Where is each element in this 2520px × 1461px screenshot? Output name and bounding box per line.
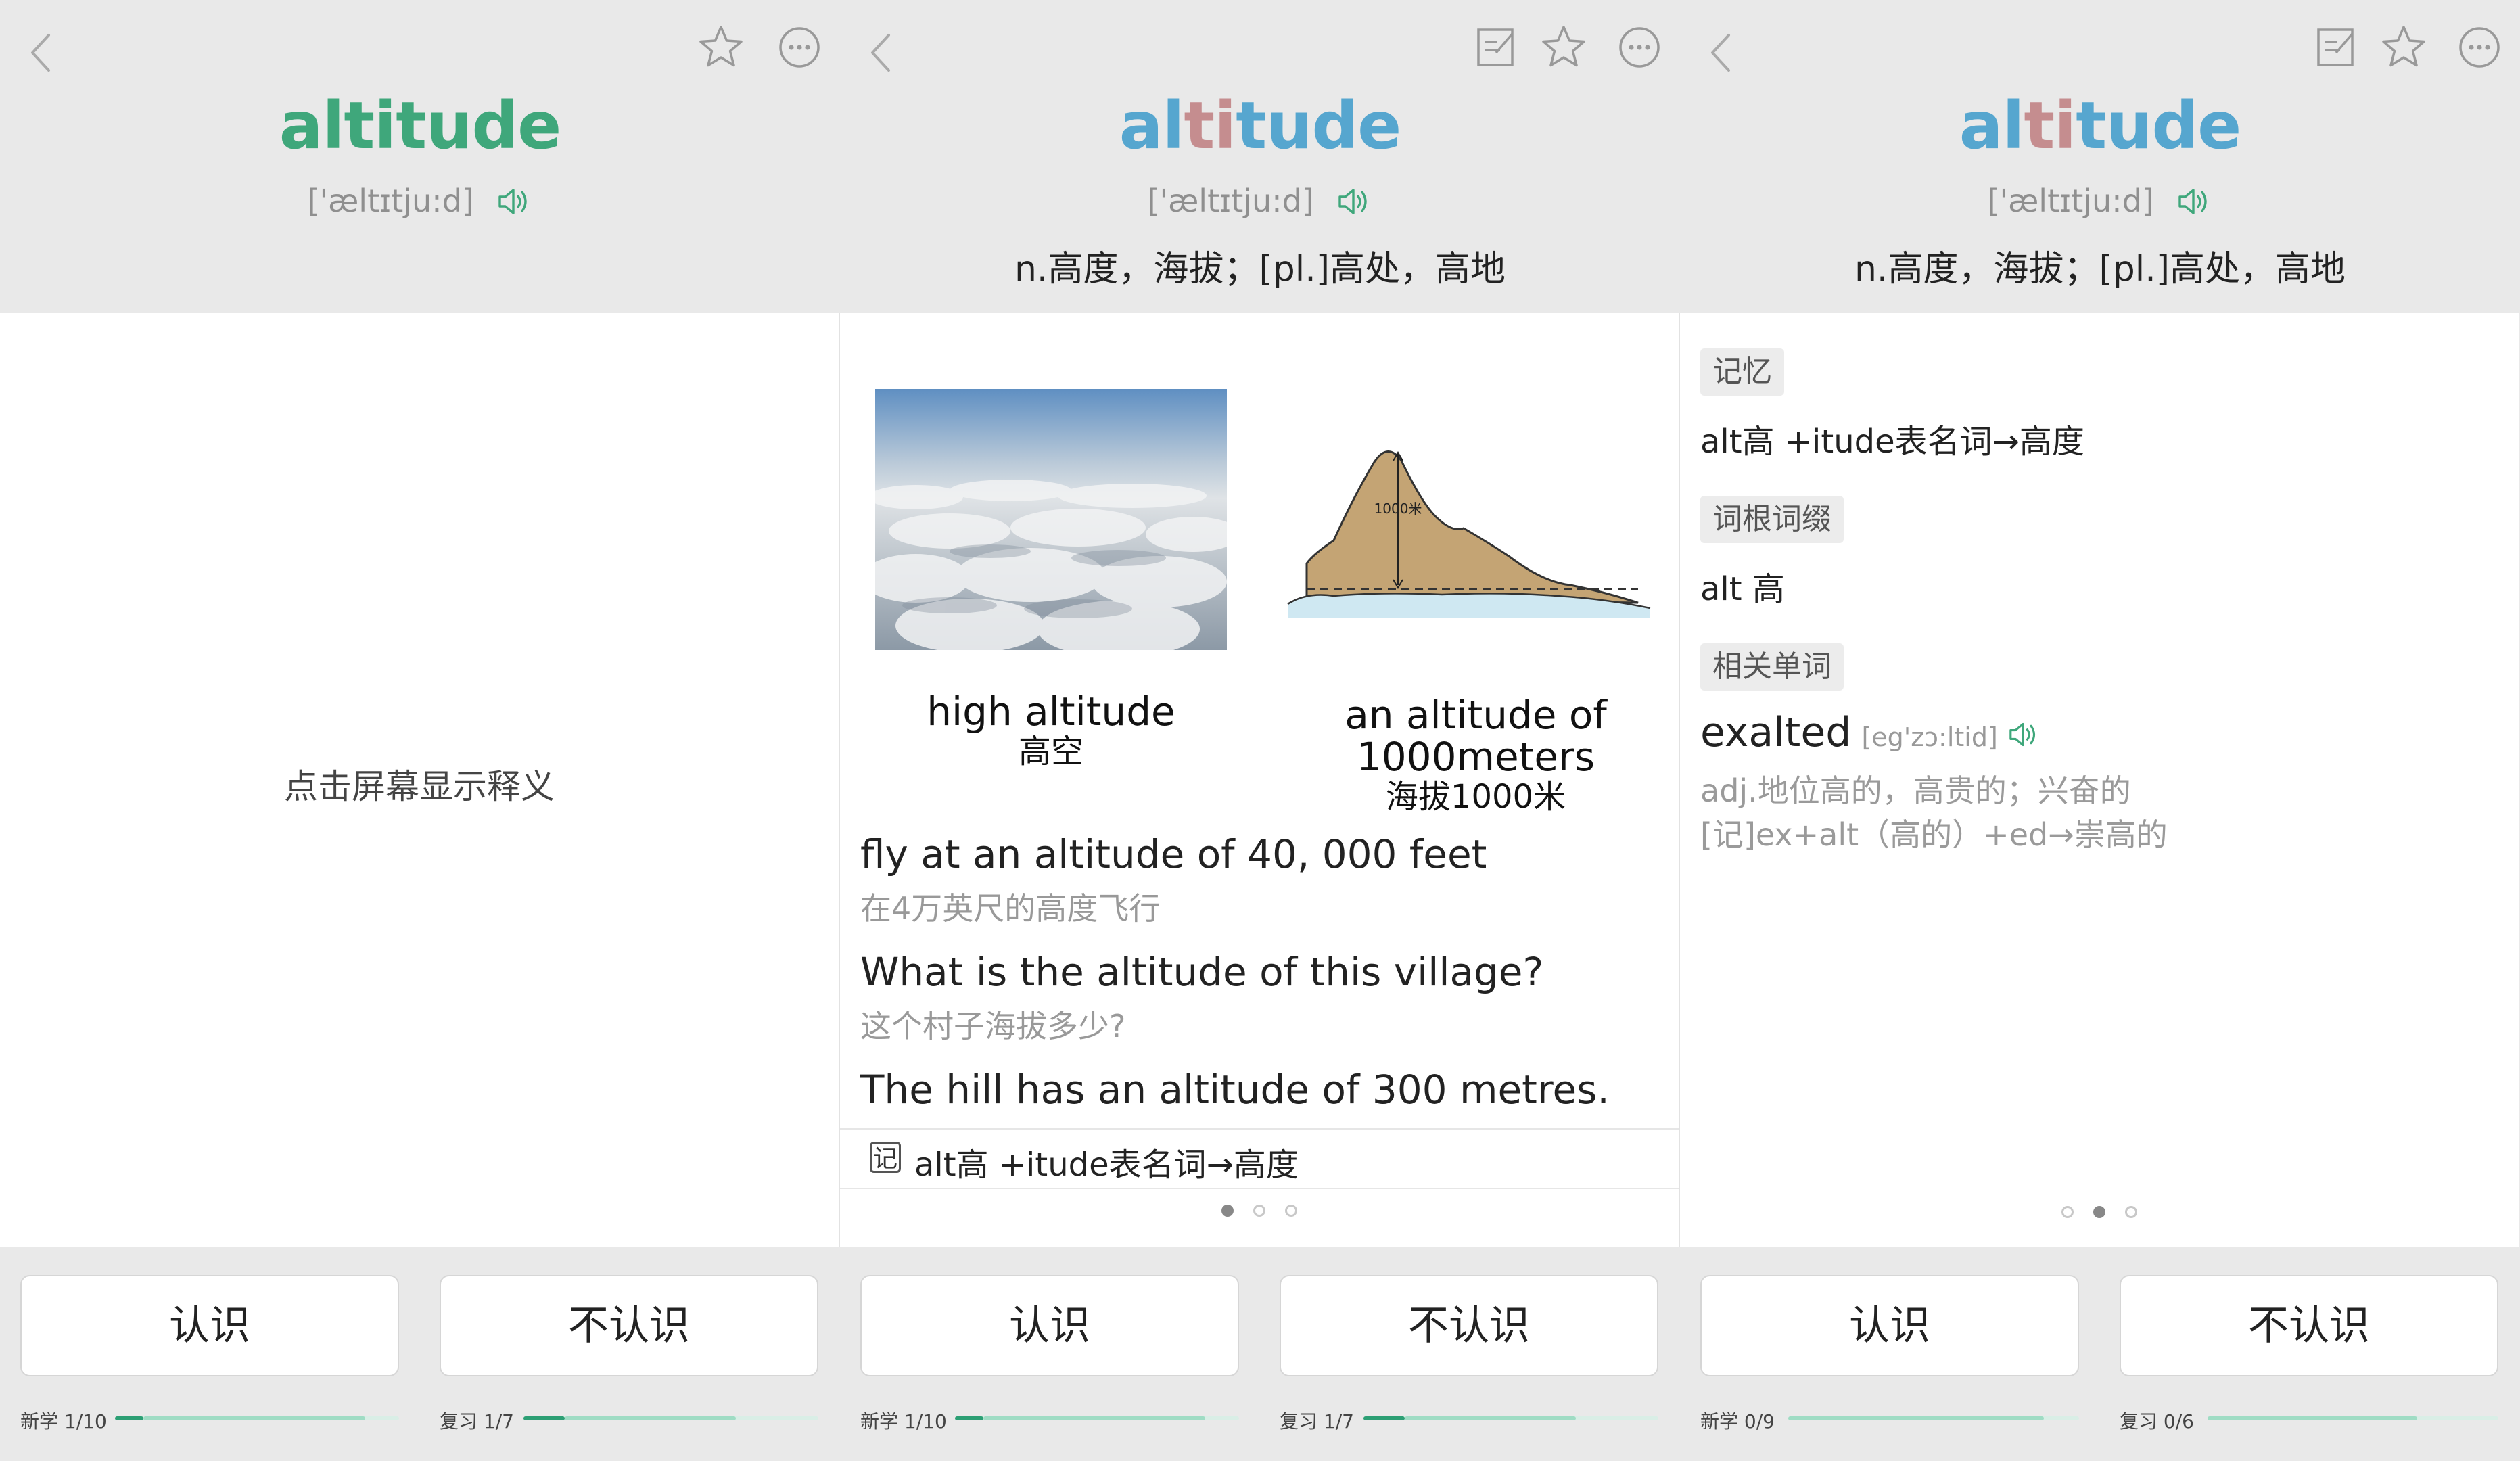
page-dots[interactable] <box>840 1205 1679 1220</box>
progress-new-label: 新学 0/9 <box>1700 1410 1775 1433</box>
root-affix-tag: 词根词缀 <box>1700 496 1844 543</box>
phonetic-row: ['æltɪtju:d] <box>0 183 840 219</box>
progress-new-label: 新学 1/10 <box>20 1410 107 1433</box>
definition-card[interactable]: 点击屏幕显示释义 <box>0 313 840 1247</box>
definition: n.高度，海拔；[pl.]高处，高地 <box>1854 249 2346 289</box>
headword: altitude <box>1959 88 2242 164</box>
example-sentence: fly at an altitude of 40, 000 feet 在4万英尺… <box>860 831 1487 927</box>
note-edit-icon[interactable] <box>2312 23 2360 72</box>
more-dots-icon[interactable] <box>775 23 824 72</box>
dont-know-button[interactable]: 不认识 <box>1280 1275 1658 1376</box>
example-sentence: What is the altitude of this village? 这个… <box>860 949 1544 1044</box>
progress-review: 复习 1/7 <box>440 1407 818 1433</box>
image-caption-mountain: an altitude of 1000meters 海拔1000米 <box>1345 692 1607 816</box>
related-word-memo: [记]ex+alt（高的）+ed→崇高的 <box>1700 816 2168 853</box>
phonetic-row: ['æltɪtju:d] <box>1680 183 2520 219</box>
dont-know-button[interactable]: 不认识 <box>2120 1275 2498 1376</box>
note-edit-icon[interactable] <box>1472 23 1520 72</box>
progress-new: 新学 1/10 <box>860 1407 1239 1433</box>
page-dot[interactable] <box>2125 1206 2138 1218</box>
speaker-icon[interactable] <box>2007 720 2040 749</box>
mountain-diagram: 1000米 <box>1287 450 1651 618</box>
page-dot[interactable] <box>1285 1205 1298 1217</box>
phonetic-row: ['æltɪtju:d] <box>840 183 1680 219</box>
progress-review-label: 复习 0/6 <box>2120 1410 2194 1433</box>
progress-new-bar <box>1788 1416 2079 1420</box>
related-word-meaning: adj.地位高的，高贵的；兴奋的 <box>1700 772 2131 809</box>
page-dot[interactable] <box>2093 1206 2105 1218</box>
speaker-icon[interactable] <box>2176 186 2212 217</box>
progress-new: 新学 0/9 <box>1700 1407 2079 1433</box>
back-chevron-icon[interactable] <box>867 31 894 74</box>
back-chevron-icon[interactable] <box>27 31 54 74</box>
memory-tag: 记忆 <box>1700 348 1784 396</box>
mountain-height-label: 1000米 <box>1374 501 1422 517</box>
panel-word-roots: altitude ['æltɪtju:d] n.高度，海拔；[pl.]高处，高地… <box>1680 0 2520 1461</box>
progress-new-bar <box>115 1416 399 1420</box>
progress-review-label: 复习 1/7 <box>1280 1410 1354 1433</box>
more-dots-icon[interactable] <box>1615 23 1664 72</box>
know-button[interactable]: 认识 <box>1700 1275 2079 1376</box>
star-icon[interactable] <box>2379 23 2428 72</box>
progress-new-bar <box>955 1416 1239 1420</box>
phonetic: ['æltɪtju:d] <box>307 183 474 219</box>
star-icon[interactable] <box>1539 23 1588 72</box>
page-dot[interactable] <box>1221 1205 1234 1217</box>
memo-text: alt高 +itude表名词→高度 <box>914 1146 1299 1184</box>
back-chevron-icon[interactable] <box>1707 31 1734 74</box>
progress-review-bar <box>1363 1416 1658 1420</box>
dont-know-button[interactable]: 不认识 <box>440 1275 818 1376</box>
speaker-icon[interactable] <box>496 186 532 217</box>
phonetic: ['æltɪtju:d] <box>1987 183 2154 219</box>
image-caption-clouds: high altitude 高空 <box>927 689 1175 770</box>
page-dot[interactable] <box>2061 1206 2074 1218</box>
screenshot-root: altitude ['æltɪtju:d] 点击屏幕显示释义 认识 不认识 新学… <box>0 0 2520 1461</box>
progress-review: 复习 1/7 <box>1280 1407 1658 1433</box>
speaker-icon[interactable] <box>1336 186 1372 217</box>
root-affix-text: alt 高 <box>1700 570 1785 608</box>
example-sentence: The hill has an altitude of 300 metres. <box>860 1067 1610 1113</box>
phonetic: ['æltɪtju:d] <box>1147 183 1314 219</box>
related-word-phonetic: [eg'zɔ:ltid] <box>1861 722 1998 752</box>
progress-review: 复习 0/6 <box>2120 1407 2498 1433</box>
related-word-row[interactable]: exalted [eg'zɔ:ltid] <box>1700 709 2040 756</box>
roots-card: 记忆 alt高 +itude表名词→高度 词根词缀 alt 高 相关单词 exa… <box>1680 313 2519 1247</box>
memo-icon: 记 <box>870 1142 901 1173</box>
know-button[interactable]: 认识 <box>860 1275 1239 1376</box>
progress-new-label: 新学 1/10 <box>860 1410 947 1433</box>
more-dots-icon[interactable] <box>2455 23 2504 72</box>
related-word[interactable]: exalted <box>1700 709 1851 756</box>
tap-to-reveal-hint[interactable]: 点击屏幕显示释义 <box>0 760 839 808</box>
definition: n.高度，海拔；[pl.]高处，高地 <box>1014 249 1506 289</box>
progress-new: 新学 1/10 <box>20 1407 399 1433</box>
progress-review-label: 复习 1/7 <box>440 1410 514 1433</box>
memo-bar[interactable]: 记 alt高 +itude表名词→高度 <box>840 1128 1679 1189</box>
clouds-image <box>875 389 1227 650</box>
panel-word-front: altitude ['æltɪtju:d] 点击屏幕显示释义 认识 不认识 新学… <box>0 0 840 1461</box>
headword: altitude <box>1119 88 1402 164</box>
know-button[interactable]: 认识 <box>20 1275 399 1376</box>
headword: altitude <box>279 88 562 164</box>
page-dots[interactable] <box>1680 1206 2519 1221</box>
related-words-tag: 相关单词 <box>1700 643 1844 691</box>
page-dot[interactable] <box>1253 1205 1265 1217</box>
detail-card: high altitude 高空 1000米 an altitude of 10… <box>840 313 1680 1247</box>
star-icon[interactable] <box>697 23 745 72</box>
panel-word-detail: altitude ['æltɪtju:d] n.高度，海拔；[pl.]高处，高地 <box>840 0 1680 1461</box>
progress-review-bar <box>523 1416 818 1420</box>
progress-review-bar <box>2208 1416 2498 1420</box>
memory-text: alt高 +itude表名词→高度 <box>1700 423 2084 461</box>
